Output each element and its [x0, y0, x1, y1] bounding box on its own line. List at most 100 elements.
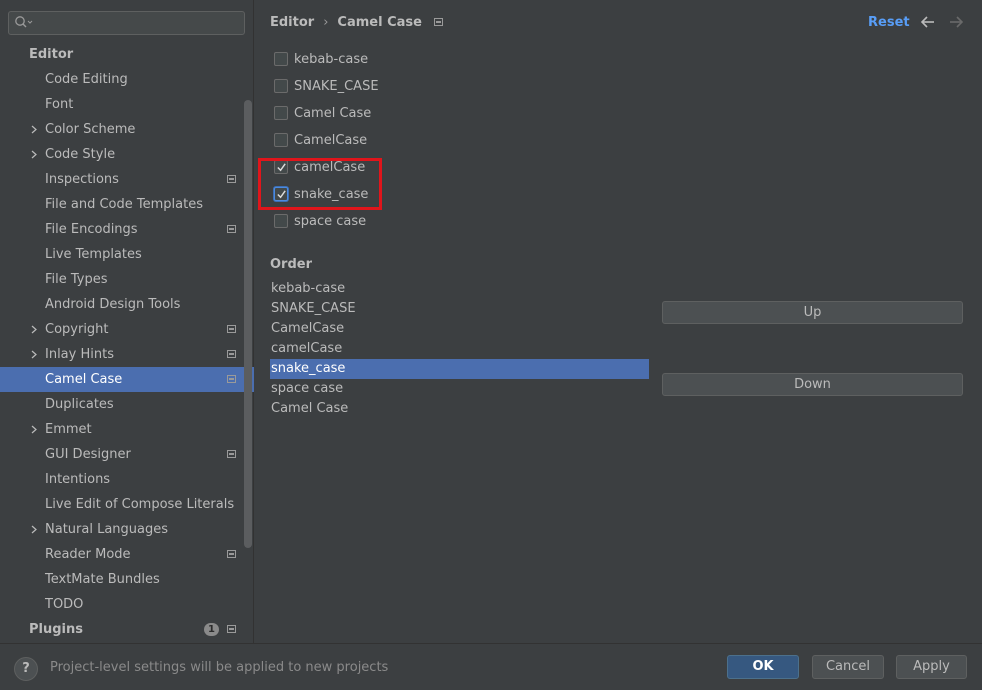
reset-link[interactable]: Reset	[868, 15, 910, 30]
list-item[interactable]: camelCase	[270, 339, 649, 359]
checkbox[interactable]	[274, 214, 288, 228]
checkbox-row-camelcase[interactable]: CamelCase	[274, 130, 367, 150]
chevron-right-icon[interactable]	[30, 525, 38, 534]
sidebar-item-file-types[interactable]: File Types	[0, 267, 254, 292]
settings-sidebar: Editor Code Editing Font Color Scheme Code S…	[0, 0, 254, 643]
sidebar-item-file-encodings[interactable]: File Encodings	[0, 217, 254, 242]
breadcrumb: Editor › Camel Case	[270, 15, 443, 30]
search-icon	[15, 16, 33, 28]
forward-arrow-icon[interactable]	[948, 14, 964, 30]
sidebar-item-label: Plugins	[29, 622, 83, 637]
sidebar-item-label: TODO	[45, 597, 84, 612]
checkbox-row-snake-case[interactable]: SNAKE_CASE	[274, 76, 379, 96]
sidebar-scrollbar[interactable]	[244, 100, 252, 548]
chevron-right-icon[interactable]	[30, 325, 38, 334]
down-button[interactable]: Down	[662, 373, 963, 396]
checkbox[interactable]	[274, 79, 288, 93]
project-scope-icon	[227, 625, 236, 633]
sidebar-item-todo[interactable]: TODO	[0, 592, 254, 617]
list-item[interactable]: kebab-case	[270, 279, 649, 299]
help-button[interactable]: ?	[14, 657, 38, 681]
sidebar-item-label: File Types	[45, 272, 108, 287]
sidebar-item-label: Inspections	[45, 172, 119, 187]
project-scope-icon	[227, 450, 236, 458]
chevron-right-icon[interactable]	[30, 425, 38, 434]
settings-tree: Editor Code Editing Font Color Scheme Code S…	[0, 42, 254, 642]
list-item[interactable]: Camel Case	[270, 399, 649, 419]
project-scope-icon	[227, 550, 236, 558]
checkbox-row-space-case[interactable]: space case	[274, 211, 366, 231]
checkbox[interactable]	[274, 133, 288, 147]
breadcrumb-separator: ›	[323, 15, 329, 30]
cancel-button[interactable]: Cancel	[812, 655, 884, 679]
checkbox[interactable]	[274, 52, 288, 66]
back-arrow-icon[interactable]	[920, 14, 936, 30]
project-scope-icon	[227, 325, 236, 333]
checkbox-label: SNAKE_CASE	[294, 78, 379, 94]
project-scope-icon	[227, 225, 236, 233]
ok-button[interactable]: OK	[727, 655, 799, 679]
project-scope-icon	[433, 18, 443, 26]
checkbox-row-kebab-case[interactable]: kebab-case	[274, 49, 368, 69]
sidebar-item-label: Code Style	[45, 147, 116, 162]
list-item[interactable]: CamelCase	[270, 319, 649, 339]
footer-note: Project-level settings will be applied t…	[50, 660, 389, 675]
sidebar-item-inspections[interactable]: Inspections	[0, 167, 254, 192]
sidebar-item-label: File and Code Templates	[45, 197, 203, 212]
sidebar-item-code-editing[interactable]: Code Editing	[0, 67, 254, 92]
search-input[interactable]	[8, 11, 245, 35]
sidebar-item-intentions[interactable]: Intentions	[0, 467, 254, 492]
sidebar-item-label: Live Edit of Compose Literals	[45, 497, 235, 512]
list-item[interactable]: SNAKE_CASE	[270, 299, 649, 319]
checkbox[interactable]	[274, 106, 288, 120]
apply-button[interactable]: Apply	[896, 655, 967, 679]
update-count-badge: 1	[204, 623, 219, 636]
sidebar-item-editor[interactable]: Editor	[0, 42, 254, 67]
list-item[interactable]: snake_case	[270, 359, 649, 379]
sidebar-item-label: Reader Mode	[45, 547, 131, 562]
sidebar-item-label: Color Scheme	[45, 122, 136, 137]
sidebar-item-label: Intentions	[45, 472, 111, 487]
sidebar-item-live-edit-of-compose-literals[interactable]: Live Edit of Compose Literals	[0, 492, 254, 517]
sidebar-item-duplicates[interactable]: Duplicates	[0, 392, 254, 417]
sidebar-item-camel-case[interactable]: Camel Case	[0, 367, 254, 392]
sidebar-item-label: Emmet	[45, 422, 92, 437]
order-list[interactable]: kebab-case SNAKE_CASE CamelCase camelCase sn…	[270, 279, 649, 419]
sidebar-item-emmet[interactable]: Emmet	[0, 417, 254, 442]
checkbox-row-camel-case[interactable]: Camel Case	[274, 103, 371, 123]
checkbox-label: Camel Case	[294, 105, 372, 121]
checkbox-label: space case	[294, 213, 367, 229]
breadcrumb-parent[interactable]: Editor	[270, 15, 314, 30]
sidebar-item-gui-designer[interactable]: GUI Designer	[0, 442, 254, 467]
sidebar-item-natural-languages[interactable]: Natural Languages	[0, 517, 254, 542]
annotation-highlight-box	[258, 158, 382, 210]
up-button[interactable]: Up	[662, 301, 963, 324]
sidebar-item-file-and-code-templates[interactable]: File and Code Templates	[0, 192, 254, 217]
sidebar-item-label: File Encodings	[45, 222, 138, 237]
project-scope-icon	[227, 375, 236, 383]
sidebar-item-label: Code Editing	[45, 72, 128, 87]
chevron-right-icon[interactable]	[30, 125, 38, 134]
chevron-right-icon[interactable]	[30, 350, 38, 359]
sidebar-item-label: Android Design Tools	[45, 297, 181, 312]
project-scope-icon	[227, 175, 236, 183]
sidebar-item-code-style[interactable]: Code Style	[0, 142, 254, 167]
sidebar-item-reader-mode[interactable]: Reader Mode	[0, 542, 254, 567]
list-item[interactable]: space case	[270, 379, 649, 399]
sidebar-item-copyright[interactable]: Copyright	[0, 317, 254, 342]
sidebar-item-live-templates[interactable]: Live Templates	[0, 242, 254, 267]
sidebar-item-color-scheme[interactable]: Color Scheme	[0, 117, 254, 142]
sidebar-item-inlay-hints[interactable]: Inlay Hints	[0, 342, 254, 367]
chevron-right-icon[interactable]	[30, 150, 38, 159]
sidebar-item-font[interactable]: Font	[0, 92, 254, 117]
sidebar-item-android-design-tools[interactable]: Android Design Tools	[0, 292, 254, 317]
dialog-footer: ? Project-level settings will be applied…	[0, 643, 982, 690]
sidebar-item-label: Copyright	[45, 322, 109, 337]
sidebar-item-textmate-bundles[interactable]: TextMate Bundles	[0, 567, 254, 592]
sidebar-item-label: Duplicates	[45, 397, 114, 412]
sidebar-item-label: Live Templates	[45, 247, 142, 262]
settings-content: Editor › Camel Case Reset kebab-case SNAKE_…	[254, 0, 982, 643]
sidebar-item-label: GUI Designer	[45, 447, 131, 462]
sidebar-item-plugins[interactable]: Plugins 1	[0, 617, 254, 642]
project-scope-icon	[227, 350, 236, 358]
